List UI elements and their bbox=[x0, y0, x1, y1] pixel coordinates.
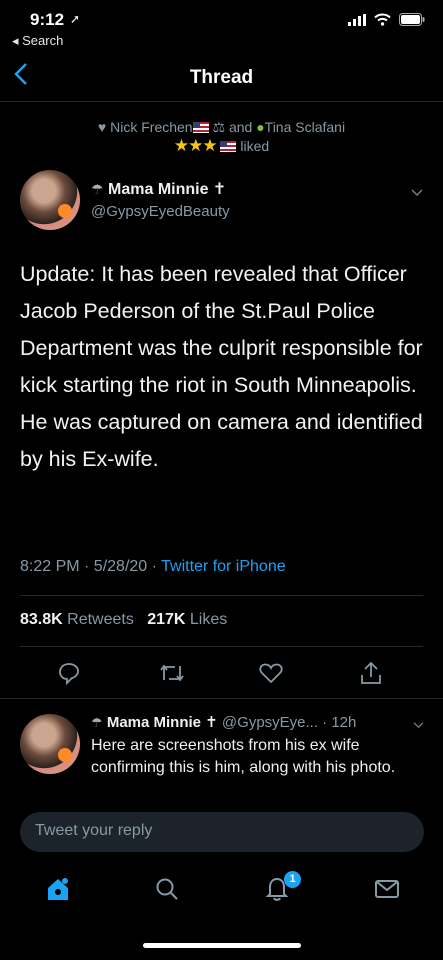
reply-icon[interactable] bbox=[54, 658, 84, 688]
chevron-down-icon[interactable] bbox=[411, 185, 423, 200]
location-arrow-icon: ➚ bbox=[70, 12, 81, 26]
reply-text: Here are screenshots from his ex wife co… bbox=[91, 737, 396, 776]
stars-icon: ★★★ bbox=[173, 136, 218, 155]
divider bbox=[20, 646, 423, 647]
us-flag-icon bbox=[192, 122, 209, 133]
social-user-2[interactable]: Tina Sclafani bbox=[265, 119, 345, 135]
social-context: ♥ Nick Frechen ⚖ and ●Tina Sclafani ★★★ … bbox=[0, 118, 443, 156]
back-to-search-link[interactable]: ◂ Search bbox=[12, 33, 63, 49]
author-handle[interactable]: @GypsyEyedBeauty bbox=[91, 203, 230, 220]
tweet-text: Update: It has been revealed that Office… bbox=[20, 262, 423, 471]
tweet-timestamp: 8:22 PM · 5/28/20 · bbox=[20, 558, 162, 575]
scales-icon: ⚖ bbox=[212, 119, 226, 135]
like-heart-icon[interactable] bbox=[256, 658, 286, 688]
reply-author-name: Mama Minnie ✝ bbox=[106, 714, 218, 731]
tweet-actions bbox=[0, 658, 443, 694]
status-time: 9:12 bbox=[30, 10, 65, 29]
umbrella-icon: ☂ bbox=[91, 715, 103, 730]
notifications-badge: 1 bbox=[284, 871, 301, 888]
heart-small-icon: ♥ bbox=[97, 119, 107, 135]
avatar[interactable] bbox=[20, 170, 80, 230]
social-action: liked bbox=[240, 138, 270, 154]
battery-icon bbox=[399, 13, 425, 26]
nav-bar: Thread bbox=[0, 56, 443, 102]
tweet-meta: 8:22 PM · 5/28/20 · Twitter for iPhone bbox=[20, 558, 286, 576]
retweets-stat[interactable]: 83.8K Retweets bbox=[20, 611, 134, 628]
tab-messages[interactable] bbox=[372, 874, 402, 904]
reply-handle-time: @GypsyEye... · 12h bbox=[221, 714, 357, 731]
mail-icon bbox=[375, 880, 399, 898]
reply-avatar[interactable] bbox=[20, 714, 80, 774]
tab-search[interactable] bbox=[152, 874, 182, 904]
wifi-icon bbox=[374, 13, 391, 26]
reply-header[interactable]: ☂ Mama Minnie ✝ @GypsyEye... · 12h bbox=[91, 713, 356, 731]
reply-compose-field[interactable]: Tweet your reply bbox=[20, 812, 424, 852]
social-user-1[interactable]: Nick Frechen bbox=[110, 119, 192, 135]
share-icon[interactable] bbox=[356, 658, 386, 688]
author-name-row[interactable]: ☂ Mama Minnie ✝ bbox=[91, 179, 226, 199]
social-conj: and bbox=[228, 119, 253, 135]
retweet-icon[interactable] bbox=[157, 658, 187, 688]
author-name: Mama Minnie ✝ bbox=[108, 181, 227, 198]
divider bbox=[20, 595, 423, 596]
compose-placeholder: Tweet your reply bbox=[35, 822, 153, 839]
tweet-source-link[interactable]: Twitter for iPhone bbox=[161, 558, 286, 575]
divider bbox=[0, 698, 443, 699]
likes-stat[interactable]: 217K Likes bbox=[147, 611, 227, 628]
chevron-down-icon[interactable] bbox=[413, 717, 424, 732]
tab-bar bbox=[0, 866, 443, 916]
signal-icon bbox=[348, 13, 366, 26]
frog-icon: ● bbox=[256, 119, 265, 135]
tweet-stats: 83.8K Retweets 217K Likes bbox=[20, 611, 227, 629]
status-bar: 9:12 ➚ ◂ Search bbox=[0, 0, 443, 52]
home-indicator[interactable] bbox=[143, 943, 301, 948]
umbrella-icon: ☂ bbox=[91, 181, 104, 197]
search-icon bbox=[156, 878, 178, 900]
system-icons bbox=[348, 13, 425, 26]
us-flag-icon bbox=[220, 141, 237, 152]
page-title: Thread bbox=[189, 67, 254, 88]
home-icon bbox=[48, 878, 68, 900]
tab-home[interactable] bbox=[43, 874, 73, 904]
